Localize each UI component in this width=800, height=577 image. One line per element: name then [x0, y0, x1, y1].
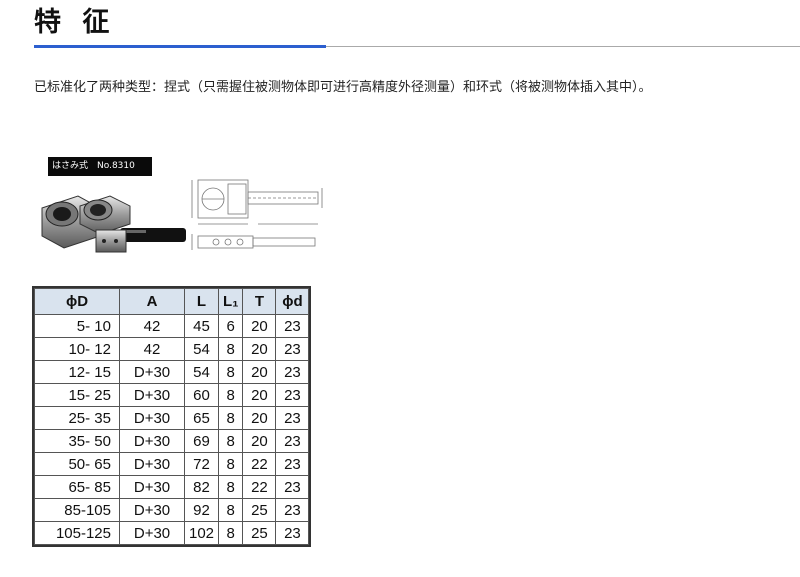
table-cell: 10- 12: [34, 337, 120, 361]
table-row: 85-105 D+30 92 8 25 23: [34, 498, 310, 522]
table-cell: D+30: [119, 521, 185, 545]
table-cell: 54: [183, 360, 220, 384]
table-row: 10- 12 42 54 8 20 23: [34, 337, 310, 361]
table-body: 5- 10 42 45 6 20 23 10- 12 42 54 8 20 23 12- 15 D+30 5…: [34, 314, 310, 545]
table-row: 5- 10 42 45 6 20 23: [34, 314, 310, 338]
table-cell: 23: [275, 429, 310, 453]
table-cell: 54: [183, 337, 220, 361]
table-cell: 20: [242, 314, 277, 338]
table-cell: 20: [242, 406, 277, 430]
table-cell: 20: [242, 337, 277, 361]
table-cell: 8: [218, 521, 244, 545]
table-cell: 23: [275, 498, 310, 522]
table-cell: 105-125: [34, 521, 120, 545]
title-rule-accent: [34, 45, 326, 48]
table-cell: 72: [183, 452, 220, 476]
table-row: 105-125 D+30 102 8 25 23: [34, 521, 310, 545]
table-cell: 23: [275, 406, 310, 430]
table-row: 35- 50 D+30 69 8 20 23: [34, 429, 310, 453]
table-cell: 6: [218, 314, 244, 338]
page-title: 特 征: [34, 7, 116, 38]
col-header-a: A: [119, 288, 185, 315]
table-cell: 23: [275, 475, 310, 499]
table-cell: D+30: [119, 475, 185, 499]
table-cell: 42: [119, 337, 185, 361]
table-cell: 23: [275, 383, 310, 407]
col-header-t: T: [242, 288, 277, 315]
product-photo: [41, 195, 186, 253]
table-cell: 15- 25: [34, 383, 120, 407]
table-cell: 65: [183, 406, 220, 430]
table-cell: 12- 15: [34, 360, 120, 384]
table-cell: 8: [218, 429, 244, 453]
table-row: 15- 25 D+30 60 8 20 23: [34, 383, 310, 407]
table-cell: 45: [183, 314, 220, 338]
table-cell: 25: [242, 521, 277, 545]
table-cell: D+30: [119, 406, 185, 430]
table-cell: 23: [275, 360, 310, 384]
table-cell: D+30: [119, 498, 185, 522]
spec-table: ϕD A L L₁ T ϕd 5- 10 42 45 6 20 23 10- 12 42 54 8…: [31, 286, 312, 547]
table-cell: D+30: [119, 383, 185, 407]
col-header-l: L: [183, 288, 220, 315]
table-cell: 20: [242, 429, 277, 453]
technical-drawing: [191, 179, 323, 250]
table-cell: 92: [183, 498, 220, 522]
table-cell: 20: [242, 383, 277, 407]
table-cell: 8: [218, 452, 244, 476]
table-cell: 23: [275, 452, 310, 476]
table-cell: 22: [242, 452, 277, 476]
table-cell: 5- 10: [34, 314, 120, 338]
table-cell: 23: [275, 521, 310, 545]
table-row: 12- 15 D+30 54 8 20 23: [34, 360, 310, 384]
table-cell: 42: [119, 314, 185, 338]
table-cell: 82: [183, 475, 220, 499]
table-cell: 8: [218, 383, 244, 407]
table-row: 65- 85 D+30 82 8 22 23: [34, 475, 310, 499]
table-cell: 60: [183, 383, 220, 407]
table-cell: D+30: [119, 429, 185, 453]
table-cell: 8: [218, 360, 244, 384]
col-header-phi-d-inner: ϕd: [275, 288, 310, 315]
table-cell: 8: [218, 406, 244, 430]
table-row: 25- 35 D+30 65 8 20 23: [34, 406, 310, 430]
table-cell: 25- 35: [34, 406, 120, 430]
table-row: 50- 65 D+30 72 8 22 23: [34, 452, 310, 476]
table-cell: D+30: [119, 360, 185, 384]
table-cell: 8: [218, 337, 244, 361]
table-cell: 65- 85: [34, 475, 120, 499]
table-cell: D+30: [119, 452, 185, 476]
table-cell: 69: [183, 429, 220, 453]
table-header-row: ϕD A L L₁ T ϕd: [34, 288, 310, 315]
table-cell: 23: [275, 337, 310, 361]
table-cell: 102: [183, 521, 220, 545]
col-header-l1: L₁: [218, 288, 244, 315]
description-text: 已标准化了两种类型：捏式（只需握住被测物体即可进行高精度外径测量）和环式（将被测…: [34, 80, 652, 95]
table-cell: 20: [242, 360, 277, 384]
table-cell: 50- 65: [34, 452, 120, 476]
col-header-phi-d-outer: ϕD: [34, 288, 120, 315]
table-cell: 35- 50: [34, 429, 120, 453]
table-cell: 23: [275, 314, 310, 338]
table-cell: 8: [218, 475, 244, 499]
product-image-label: はさみ式 No.8310: [48, 157, 152, 176]
table-cell: 25: [242, 498, 277, 522]
table-cell: 22: [242, 475, 277, 499]
table-cell: 85-105: [34, 498, 120, 522]
table-cell: 8: [218, 498, 244, 522]
